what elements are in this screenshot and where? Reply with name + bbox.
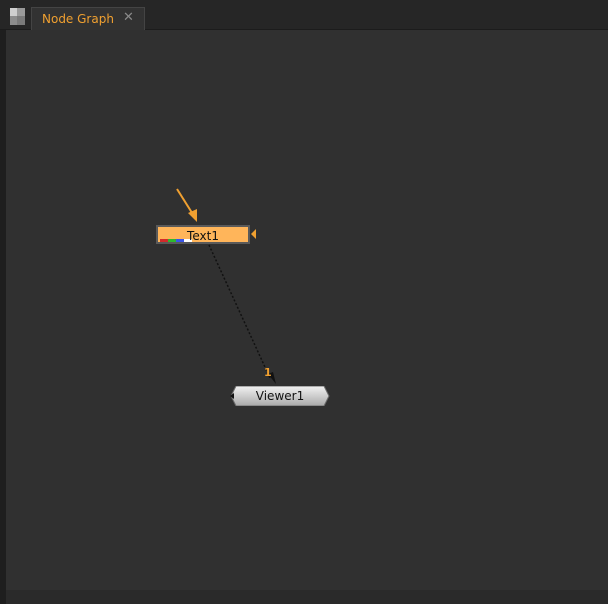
nuke-node-graph-window: Node Graph ✕ Text1 1 Viewer1 xyxy=(0,0,608,604)
tab-node-graph[interactable]: Node Graph ✕ xyxy=(31,7,145,30)
panel-menu-icon[interactable] xyxy=(8,7,28,27)
node-graph-bottom-strip xyxy=(6,590,608,604)
node-text1[interactable]: Text1 xyxy=(156,225,250,244)
panel-tab-bar: Node Graph ✕ xyxy=(0,0,608,30)
node-text1-label: Text1 xyxy=(187,229,219,243)
node-graph-canvas[interactable] xyxy=(6,30,608,604)
tab-node-graph-label: Node Graph xyxy=(42,12,114,26)
close-icon[interactable]: ✕ xyxy=(123,10,134,26)
node-viewer1-label: Viewer1 xyxy=(255,389,305,403)
node-viewer1[interactable]: Viewer1 xyxy=(230,386,330,406)
viewer-input-number: 1 xyxy=(264,366,272,379)
